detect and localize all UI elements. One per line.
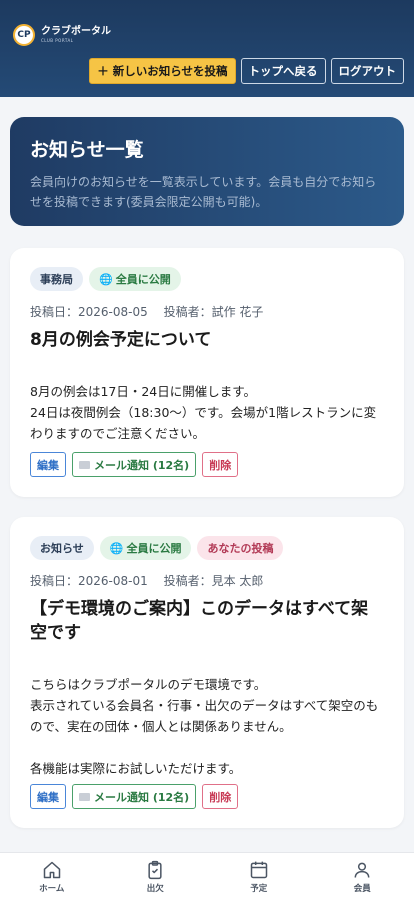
page-hero: お知らせ一覧 会員向けのお知らせを一覧表示しています。会員も自分でお知らせを投稿…	[10, 117, 404, 226]
home-icon	[43, 861, 60, 878]
post-body: 8月の例会は17日・24日に開催します。 24日は夜間例会（18:30〜）です。…	[30, 384, 377, 441]
post-author: 投稿者：試作 花子	[163, 305, 264, 319]
post-tags: お知らせ 🌐 全員に公開 あなたの投稿	[30, 536, 384, 560]
post-meta: 投稿日：2026-08-05 投稿者：試作 花子	[30, 303, 384, 320]
delete-button[interactable]: 削除	[202, 452, 239, 477]
user-icon	[354, 862, 370, 878]
category-badge: 事務局	[30, 267, 83, 291]
mail-icon	[79, 792, 90, 801]
edit-button[interactable]: 編集	[30, 452, 66, 477]
nav-item-schedule[interactable]: 予定	[207, 853, 311, 900]
category-badge: お知らせ	[30, 536, 94, 560]
visibility-badge: 🌐 全員に公開	[89, 267, 181, 291]
delete-button[interactable]: 削除	[202, 784, 239, 809]
header-actions: ＋ 新しいお知らせを投稿 トップへ戻る ログアウト	[89, 58, 404, 84]
new-post-button[interactable]: ＋ 新しいお知らせを投稿	[89, 58, 236, 84]
post-author: 投稿者：見本 太郎	[163, 574, 264, 588]
post-body: こちらはクラブポータルのデモ環境です。 表示されている会員名・行事・出欠のデータ…	[30, 677, 379, 776]
logo-mark: CP	[13, 24, 35, 46]
globe-icon: 🌐	[109, 541, 124, 555]
post-meta: 投稿日：2026-08-01 投稿者：見本 太郎	[30, 572, 384, 589]
mail-notify-button[interactable]: メール通知 (12名)	[72, 452, 197, 477]
post-date: 投稿日：2026-08-05	[30, 305, 148, 319]
post-actions: 編集 メール通知 (12名) 削除	[30, 784, 239, 809]
back-to-top-button[interactable]: トップへ戻る	[240, 58, 326, 84]
clipboard-check-icon	[148, 860, 162, 879]
page-title: お知らせ一覧	[30, 139, 144, 161]
nav-item-home[interactable]: ホーム	[0, 853, 104, 900]
visibility-badge: 🌐 全員に公開	[99, 536, 192, 560]
brand-logo[interactable]: CP クラブポータル CLUB PORTAL	[13, 24, 111, 46]
nav-item-members[interactable]: 会員	[311, 853, 414, 900]
post-card: 事務局 🌐 全員に公開 投稿日：2026-08-05 投稿者：試作 花子 8月の…	[10, 248, 404, 497]
post-date: 投稿日：2026-08-01	[30, 574, 148, 588]
brand-name: クラブポータル	[41, 26, 111, 37]
post-title: 8月の例会予定について	[30, 330, 212, 350]
post-tags: 事務局 🌐 全員に公開	[30, 267, 384, 291]
post-title: 【デモ環境のご案内】このデータはすべて架空です	[30, 599, 369, 643]
page-description: 会員向けのお知らせを一覧表示しています。会員も自分でお知らせを投稿できます(委員…	[30, 175, 377, 209]
app-header: CP クラブポータル CLUB PORTAL ＋ 新しいお知らせを投稿 トップへ…	[0, 0, 414, 97]
brand-subtitle: CLUB PORTAL	[41, 38, 74, 43]
mail-notify-button[interactable]: メール通知 (12名)	[72, 784, 197, 809]
mail-icon	[79, 460, 90, 469]
own-post-badge: あなたの投稿	[197, 536, 284, 560]
bottom-nav: ホーム 出欠 予定 会員	[0, 852, 414, 900]
logout-button[interactable]: ログアウト	[330, 58, 404, 84]
globe-icon: 🌐	[99, 272, 113, 286]
post-actions: 編集 メール通知 (12名) 削除	[30, 452, 239, 477]
post-card: お知らせ 🌐 全員に公開 あなたの投稿 投稿日：2026-08-01 投稿者：見…	[10, 517, 404, 828]
nav-item-attendance[interactable]: 出欠	[104, 853, 208, 900]
calendar-icon	[250, 861, 267, 878]
edit-button[interactable]: 編集	[30, 784, 66, 809]
